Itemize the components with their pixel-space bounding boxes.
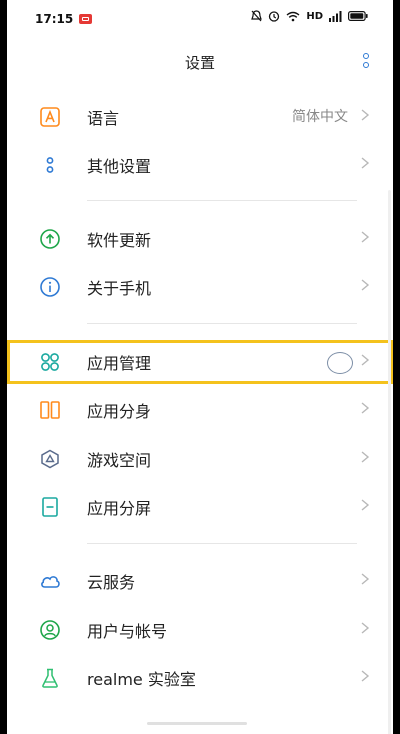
chevron-right-icon xyxy=(361,499,370,511)
settings-item-label: 用户与帐号 xyxy=(87,622,168,641)
status-bar: 17:15 HD xyxy=(7,0,393,38)
page-title: 设置 xyxy=(184,54,215,72)
chevron-right-icon xyxy=(361,670,370,682)
other-settings-icon xyxy=(46,157,54,173)
wifi-icon xyxy=(286,11,300,21)
settings-item-label: 其他设置 xyxy=(87,157,152,176)
settings-item-update[interactable]: 软件更新 xyxy=(7,214,393,262)
settings-item-label: 关于手机 xyxy=(87,279,152,298)
section-divider xyxy=(87,543,357,544)
game-space-icon xyxy=(41,449,59,469)
settings-screen: 17:15 HD 设置 语言 简体中文 其他设置 软件更新 关于手机 应用管理 … xyxy=(7,0,393,734)
settings-item-realme-lab[interactable]: realme 实验室 xyxy=(7,653,393,701)
chevron-right-icon xyxy=(361,279,370,291)
user-account-icon xyxy=(40,620,60,640)
title-bar: 设置 xyxy=(7,40,393,84)
settings-item-label: 语言 xyxy=(87,109,120,128)
more-vertical-icon[interactable] xyxy=(361,53,371,69)
settings-item-other[interactable]: 其他设置 xyxy=(7,140,393,188)
settings-item-language[interactable]: 语言 简体中文 xyxy=(7,92,393,140)
settings-item-label: 游戏空间 xyxy=(87,451,152,470)
chevron-right-icon xyxy=(361,622,370,634)
chevron-right-icon xyxy=(361,573,370,585)
alarm-off-icon xyxy=(251,10,263,22)
chevron-right-icon xyxy=(361,157,370,169)
network-label: HD xyxy=(306,10,323,22)
update-icon xyxy=(40,229,60,249)
status-icons: HD xyxy=(251,10,368,22)
signal-icon xyxy=(329,10,342,22)
chevron-right-icon xyxy=(361,231,370,243)
cloud-icon xyxy=(41,576,60,588)
chevron-right-icon xyxy=(361,402,370,414)
alarm-icon xyxy=(269,11,280,22)
settings-item-label: 应用分屏 xyxy=(87,499,152,518)
settings-item-label: 应用分身 xyxy=(87,402,152,421)
section-divider xyxy=(87,200,357,201)
info-icon xyxy=(40,277,60,297)
settings-item-value: 简体中文 xyxy=(292,109,348,125)
settings-item-label: 云服务 xyxy=(87,573,136,592)
status-time: 17:15 xyxy=(35,12,74,26)
settings-item-label: realme 实验室 xyxy=(87,670,196,689)
section-divider xyxy=(87,323,357,324)
settings-item-split-screen[interactable]: 应用分屏 xyxy=(7,482,393,530)
split-screen-icon xyxy=(42,497,58,517)
language-icon xyxy=(40,107,60,127)
settings-item-cloud[interactable]: 云服务 xyxy=(7,556,393,604)
home-indicator[interactable] xyxy=(147,722,247,725)
settings-item-label: 应用管理 xyxy=(87,354,152,373)
scrollbar[interactable] xyxy=(388,190,391,734)
settings-item-game-space[interactable]: 游戏空间 xyxy=(7,434,393,482)
notification-app-icon xyxy=(79,14,92,24)
battery-icon xyxy=(348,11,368,21)
chevron-right-icon xyxy=(361,109,370,121)
settings-item-about[interactable]: 关于手机 xyxy=(7,262,393,310)
lab-flask-icon xyxy=(42,668,58,688)
tap-indicator xyxy=(327,352,353,374)
app-management-icon xyxy=(41,353,59,371)
chevron-right-icon xyxy=(361,451,370,463)
settings-item-label: 软件更新 xyxy=(87,231,152,250)
app-clone-icon xyxy=(40,401,60,419)
settings-item-app-clone[interactable]: 应用分身 xyxy=(7,385,393,433)
chevron-right-icon xyxy=(361,354,370,366)
settings-item-account[interactable]: 用户与帐号 xyxy=(7,605,393,653)
